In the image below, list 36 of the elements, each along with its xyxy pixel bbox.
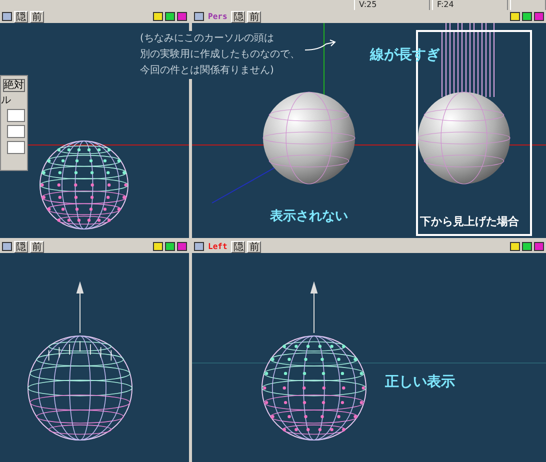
view-label: Pers bbox=[208, 12, 228, 22]
view-label: Left bbox=[208, 242, 228, 252]
display-mode-icon[interactable] bbox=[534, 12, 544, 21]
zoom-icon[interactable] bbox=[510, 242, 520, 251]
number-field[interactable] bbox=[7, 125, 25, 138]
view-toggle-button[interactable]: 隠 bbox=[14, 10, 28, 22]
annotation-text: 正しい表示 bbox=[385, 373, 455, 391]
annotation-text: 下から見上げた場合 bbox=[420, 214, 519, 229]
view-toggle-button[interactable]: 隠 bbox=[231, 240, 246, 252]
axis-arrow-icon bbox=[76, 282, 84, 334]
view-mode-icon[interactable] bbox=[194, 242, 204, 251]
annotation-text: 表示されない bbox=[270, 208, 348, 225]
view-mode-icon[interactable] bbox=[2, 242, 12, 251]
view-mode-icon[interactable] bbox=[194, 12, 204, 21]
move-icon[interactable] bbox=[165, 242, 175, 251]
view-toggle-button[interactable]: 前 bbox=[30, 10, 44, 22]
number-field[interactable] bbox=[7, 141, 25, 154]
view-toggle-button[interactable]: 隠 bbox=[14, 240, 28, 252]
move-icon[interactable] bbox=[522, 12, 532, 21]
display-mode-icon[interactable] bbox=[534, 242, 544, 251]
move-icon[interactable] bbox=[522, 242, 532, 251]
number-field[interactable] bbox=[7, 109, 25, 122]
axis-arrow-icon bbox=[310, 282, 318, 334]
display-mode-icon[interactable] bbox=[177, 242, 187, 251]
view-toggle-button[interactable]: 前 bbox=[30, 240, 44, 252]
absolute-button[interactable]: 絶対 bbox=[3, 79, 25, 92]
view-toggle-button[interactable]: 前 bbox=[247, 240, 262, 252]
view-toggle-button[interactable]: 隠 bbox=[231, 10, 246, 22]
view-toggle-button[interactable]: 前 bbox=[247, 10, 262, 22]
dialog-label: ル bbox=[1, 95, 11, 106]
zoom-icon[interactable] bbox=[510, 12, 520, 21]
zoom-icon[interactable] bbox=[153, 12, 163, 21]
move-icon[interactable] bbox=[165, 12, 175, 21]
zoom-icon[interactable] bbox=[153, 242, 163, 251]
display-mode-icon[interactable] bbox=[177, 12, 187, 21]
view-mode-icon[interactable] bbox=[2, 12, 12, 21]
